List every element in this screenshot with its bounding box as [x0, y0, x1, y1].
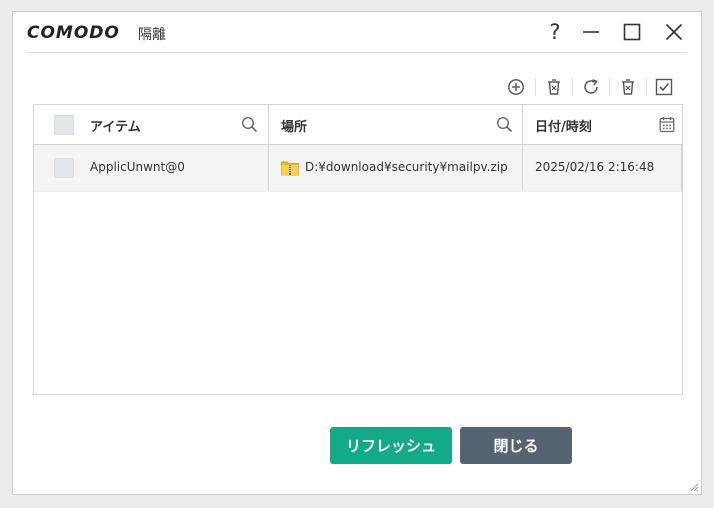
column-item-header: アイテム [34, 105, 268, 144]
column-datetime-label: 日付/時刻 [535, 120, 592, 135]
zip-folder-icon [281, 161, 299, 176]
row-divider [681, 145, 682, 191]
minimize-icon [583, 31, 599, 33]
close-button[interactable]: 閉じる [460, 427, 572, 464]
row-datetime-cell: 2025/02/16 2:16:48 [522, 145, 682, 191]
toolbar-divider [609, 78, 610, 96]
window-title: 隔離 [138, 27, 166, 43]
search-icon[interactable] [496, 116, 513, 133]
row-item-name: ApplicUnwnt@0 [90, 160, 185, 174]
select-all-checkbox[interactable] [54, 115, 74, 135]
table-row[interactable]: ApplicUnwnt@0 D:¥download¥security¥mailp… [34, 145, 682, 192]
toolbar-divider [572, 78, 573, 96]
minimize-button[interactable] [577, 19, 605, 45]
quarantine-window: COMODO 隔離 ? アイテム 場所 日付/時刻 ApplicUnwnt@0 … [12, 11, 702, 495]
row-item-cell: ApplicUnwnt@0 [34, 145, 268, 191]
comodo-logo: COMODO [27, 23, 120, 43]
column-location-label: 場所 [281, 120, 308, 135]
column-datetime-header: 日付/時刻 [522, 105, 682, 144]
row-checkbox[interactable] [54, 158, 74, 178]
delete-all-icon [622, 79, 634, 95]
close-window-button[interactable] [660, 19, 688, 45]
delete-button[interactable] [543, 76, 565, 98]
row-datetime: 2025/02/16 2:16:48 [535, 160, 655, 174]
maximize-button[interactable] [618, 19, 646, 45]
calendar-icon[interactable] [659, 116, 675, 133]
search-icon[interactable] [241, 116, 258, 133]
help-button[interactable]: ? [541, 19, 569, 45]
delete-all-button[interactable] [617, 76, 639, 98]
close-icon [665, 23, 683, 41]
quarantine-table: アイテム 場所 日付/時刻 ApplicUnwnt@0 D:¥download¥… [33, 104, 683, 395]
select-all-icon [655, 78, 673, 96]
column-item-label: アイテム [90, 120, 141, 135]
add-circle-icon [508, 79, 524, 95]
refresh-button[interactable]: リフレッシュ [330, 427, 452, 464]
toolbar-divider [646, 78, 647, 96]
select-all-button[interactable] [653, 76, 675, 98]
restore-button[interactable] [580, 76, 602, 98]
column-location-header: 場所 [268, 105, 522, 144]
delete-icon [548, 79, 560, 95]
restore-icon [584, 79, 598, 94]
title-bar: COMODO 隔離 ? [13, 12, 701, 52]
toolbar-divider [535, 78, 536, 96]
row-location-path: D:¥download¥security¥mailpv.zip [305, 160, 508, 174]
resize-grip-icon[interactable] [689, 482, 699, 492]
maximize-icon [623, 23, 641, 41]
help-icon: ? [549, 20, 561, 44]
row-location-cell: D:¥download¥security¥mailpv.zip [268, 145, 522, 191]
title-divider [27, 52, 687, 53]
add-button[interactable] [505, 76, 527, 98]
table-header: アイテム 場所 日付/時刻 [34, 105, 682, 145]
